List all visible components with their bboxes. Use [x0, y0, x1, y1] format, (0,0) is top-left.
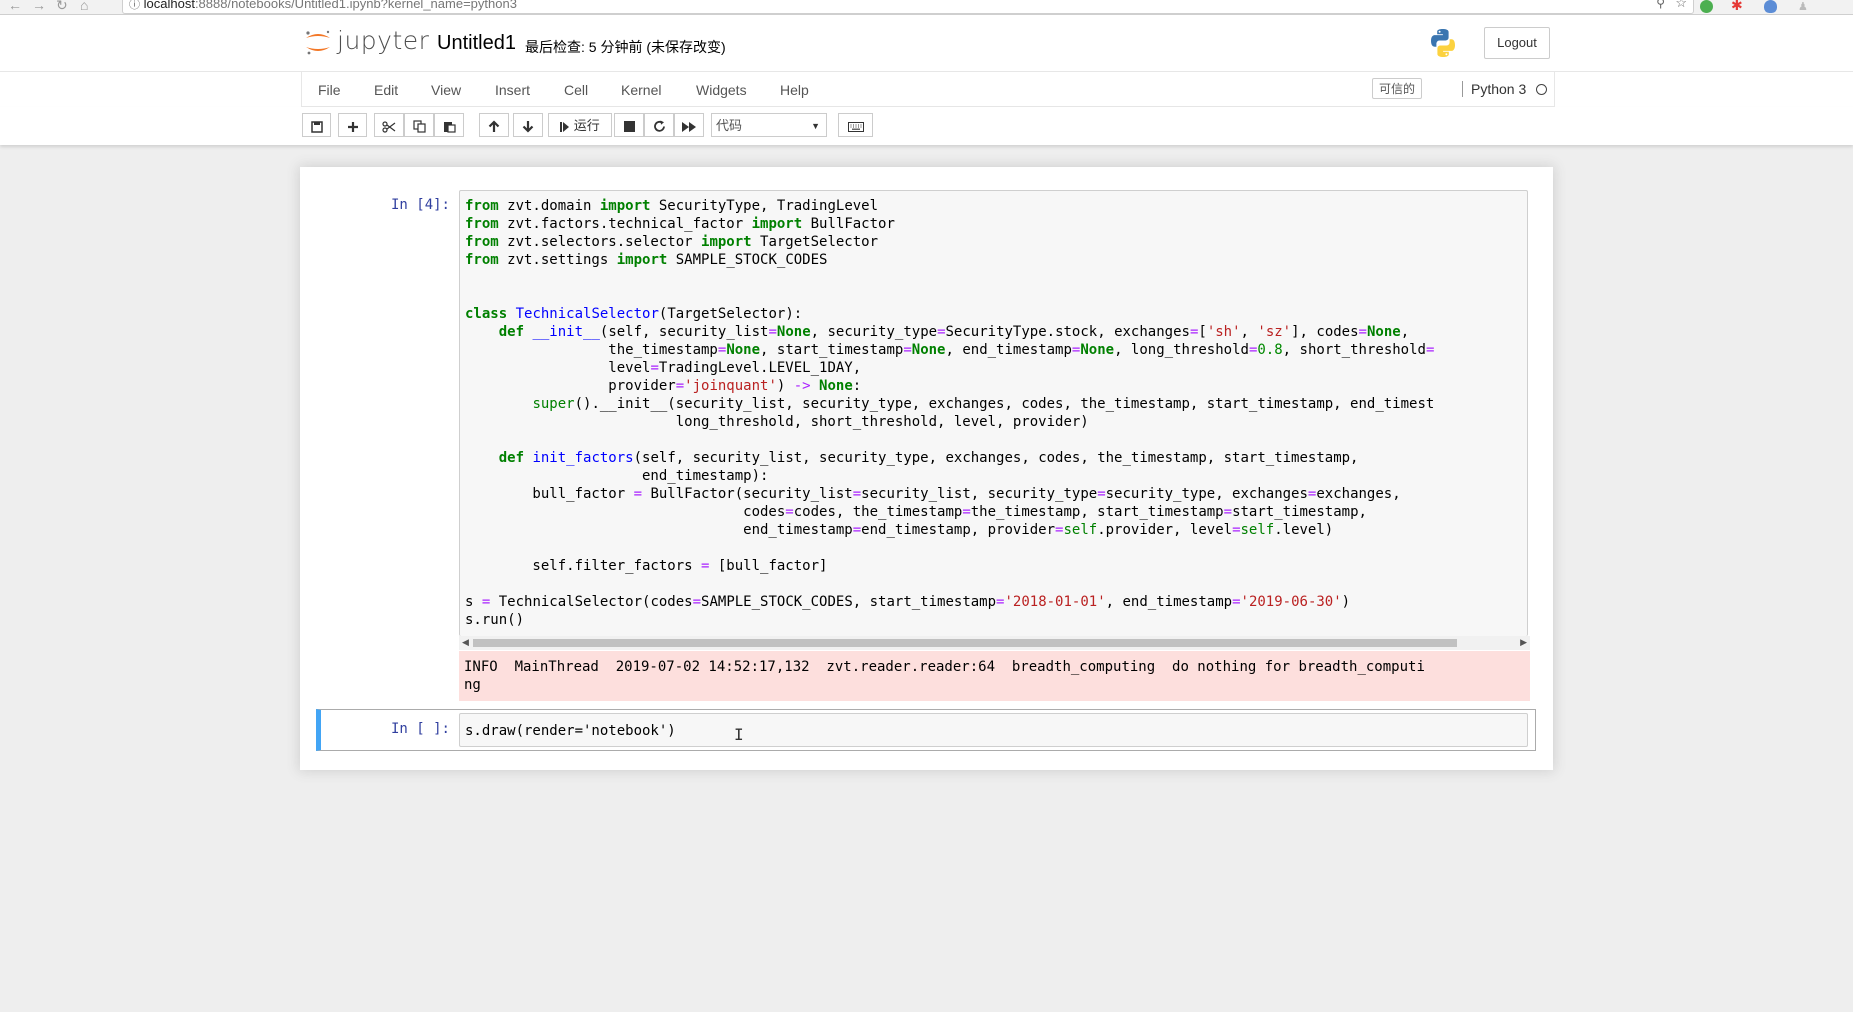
cell2-prompt: In [ ]: [390, 721, 450, 737]
menubar: File Edit View Insert Cell Kernel Widget… [0, 71, 1853, 108]
menu-file[interactable]: File [318, 82, 341, 98]
main-toolbar: 运行 代码 ▼ [0, 107, 1853, 145]
kernel-idle-icon [1536, 84, 1547, 95]
text-cursor-icon: I [734, 725, 744, 744]
restart-button[interactable] [644, 113, 674, 137]
browser-toolbar: ← → ↻ ⌂ ⓘ localhost:8888/notebooks/Untit… [0, 0, 1853, 15]
keyboard-icon [847, 121, 864, 132]
arrow-down-icon [522, 121, 534, 133]
site-info-icon[interactable]: ⓘ [129, 0, 140, 13]
insert-cell-button[interactable] [338, 113, 367, 137]
menu-help[interactable]: Help [780, 82, 809, 98]
restart-icon [653, 120, 665, 132]
forward-icon[interactable]: → [32, 0, 46, 13]
menu-kernel[interactable]: Kernel [621, 82, 661, 98]
run-label: 运行 [573, 118, 600, 133]
code-horizontal-scrollbar[interactable]: ◀ ▶ [459, 636, 1530, 650]
cell1-stderr-output: INFO MainThread 2019-07-02 14:52:17,132 … [459, 651, 1530, 701]
checkpoint-status: 最后检查: 5 分钟前 (未保存改变) [525, 39, 726, 55]
scroll-left-icon[interactable]: ◀ [462, 637, 469, 648]
copy-button[interactable] [404, 113, 434, 137]
arrow-up-icon [488, 120, 500, 133]
notebook-name[interactable]: Untitled1 [437, 32, 516, 55]
scissors-icon [382, 120, 396, 133]
menu-insert[interactable]: Insert [495, 82, 530, 98]
reload-icon[interactable]: ↻ [56, 0, 68, 14]
fast-forward-icon [682, 121, 696, 132]
cell1-prompt: In [4]: [390, 197, 450, 213]
restart-run-all-button[interactable] [674, 113, 704, 137]
back-icon[interactable]: ← [8, 0, 22, 13]
menubar-container: File Edit View Insert Cell Kernel Widget… [301, 72, 1555, 107]
url-path: :8888/notebooks/Untitled1.ipynb?kernel_n… [194, 0, 517, 11]
command-palette-button[interactable] [838, 113, 873, 137]
copy-icon [412, 120, 426, 133]
stop-icon [623, 121, 635, 133]
logout-button[interactable]: Logout [1484, 27, 1550, 59]
address-bar[interactable]: ⓘ localhost:8888/notebooks/Untitled1.ipy… [122, 0, 1694, 14]
extension-star-icon[interactable]: ✱ [1731, 0, 1743, 13]
menu-edit[interactable]: Edit [374, 82, 398, 98]
jupyter-logo[interactable]: jupyter [303, 26, 429, 57]
zoom-icon[interactable]: ⚲ [1656, 0, 1665, 11]
menu-view[interactable]: View [431, 82, 461, 98]
cut-button[interactable] [374, 113, 404, 137]
run-button[interactable]: 运行 [548, 113, 612, 137]
extension-green-icon[interactable] [1700, 0, 1713, 13]
cell1-code-editor[interactable]: from zvt.domain import SecurityType, Tra… [459, 190, 1528, 636]
step-forward-icon [560, 121, 570, 132]
interrupt-button[interactable] [614, 113, 644, 137]
trusted-indicator[interactable]: 可信的 [1372, 78, 1423, 99]
move-down-button[interactable] [513, 113, 543, 137]
paste-button[interactable] [434, 113, 464, 137]
cell2-code-editor[interactable]: s.draw(render='notebook') [459, 713, 1528, 747]
jupyter-logo-icon [306, 30, 330, 55]
extension-cloud-icon[interactable] [1764, 0, 1777, 13]
menu-widgets[interactable]: Widgets [696, 82, 747, 98]
extension-person-icon[interactable]: ♟ [1798, 0, 1808, 13]
url-host: localhost [143, 0, 195, 11]
paste-icon [443, 122, 456, 133]
plus-icon [347, 121, 358, 132]
save-button[interactable] [302, 113, 331, 137]
move-up-button[interactable] [479, 113, 509, 137]
cell2-code-text: s.draw(render='notebook') [465, 723, 676, 739]
python-logo-icon [1431, 29, 1455, 57]
scrollbar-thumb[interactable] [473, 639, 1457, 647]
cell-type-select[interactable]: 代码 ▼ [711, 113, 827, 137]
jupyter-header: jupyter Untitled1 最后检查: 5 分钟前 (未保存改变) Lo… [0, 15, 1853, 71]
save-icon [310, 120, 323, 133]
home-icon[interactable]: ⌂ [80, 0, 88, 13]
kernel-name: Python 3 [1462, 81, 1526, 97]
menu-cell[interactable]: Cell [564, 82, 588, 98]
bookmark-star-icon[interactable]: ☆ [1675, 0, 1687, 10]
jupyter-wordmark: jupyter [337, 26, 430, 55]
scroll-right-icon[interactable]: ▶ [1520, 637, 1527, 648]
caret-down-icon: ▼ [811, 121, 820, 131]
cell-type-value: 代码 [716, 118, 743, 133]
